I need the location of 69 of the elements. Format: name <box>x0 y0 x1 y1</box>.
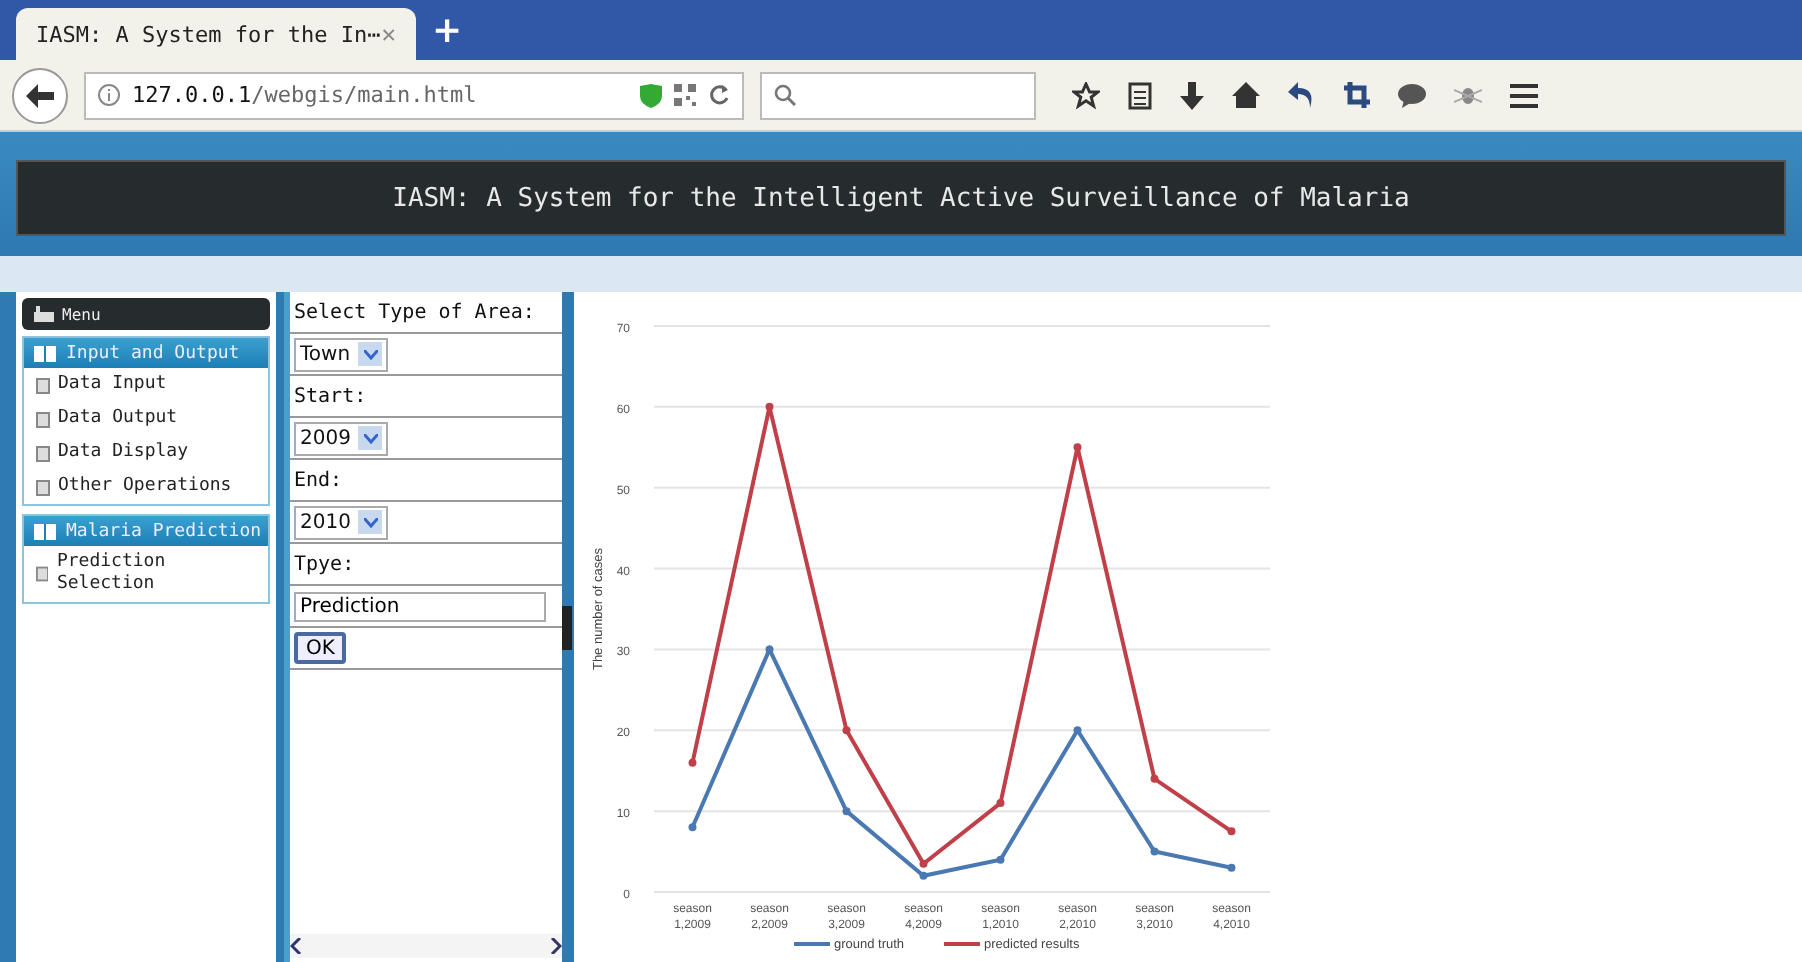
data-point <box>996 799 1005 808</box>
data-point <box>765 645 774 654</box>
dropdown[interactable]: 2009 <box>294 421 389 455</box>
field-label: Select Type of Area: <box>294 301 535 323</box>
shield-icon <box>640 83 662 107</box>
data-point <box>842 807 851 816</box>
data-point <box>1227 827 1236 836</box>
data-point <box>842 726 851 735</box>
back-button[interactable] <box>12 67 68 123</box>
book-icon <box>34 345 56 361</box>
chevron-left-icon[interactable] <box>290 938 302 954</box>
data-point <box>688 823 697 832</box>
data-point <box>1150 847 1159 856</box>
caret-icon <box>363 517 378 527</box>
back-arrow-icon <box>26 83 54 107</box>
search-icon <box>774 84 796 106</box>
chevron-right-icon[interactable] <box>550 938 562 954</box>
clipboard-icon[interactable] <box>1128 81 1152 109</box>
data-point <box>765 402 774 411</box>
reload-icon[interactable] <box>708 84 730 106</box>
page-icon <box>36 411 50 427</box>
home-icon[interactable] <box>1232 82 1260 108</box>
field-label: Start: <box>294 385 367 407</box>
caret-icon <box>363 349 378 359</box>
data-point <box>1073 726 1082 735</box>
menu-icon[interactable] <box>1510 83 1538 107</box>
data-point <box>688 758 697 767</box>
info-icon <box>98 84 120 106</box>
menu-item[interactable]: Prediction Selection <box>24 546 268 602</box>
new-tab-button[interactable]: + <box>432 9 463 51</box>
crop-icon[interactable] <box>1344 82 1370 108</box>
data-point <box>996 855 1005 864</box>
section-title: Input and Output <box>66 343 240 363</box>
address-bar[interactable]: 127.0.0.1/webgis/main.html <box>84 71 744 119</box>
data-point <box>1073 443 1082 452</box>
splitter-handle[interactable] <box>562 605 572 649</box>
dropdown[interactable]: 2010 <box>294 505 389 539</box>
field-label: Tpye: <box>294 553 355 575</box>
page-icon <box>36 377 50 393</box>
field-label: End: <box>294 469 343 491</box>
star-icon[interactable] <box>1072 81 1100 109</box>
bug-icon[interactable] <box>1454 83 1482 107</box>
caret-icon <box>363 433 378 443</box>
search-field[interactable] <box>760 71 1036 119</box>
menu-item[interactable]: Other Operations <box>24 470 268 504</box>
menu-item[interactable]: Data Output <box>24 402 268 436</box>
data-point <box>919 871 928 880</box>
header-title: IASM: A System for the Intelligent Active Surveillance of Malaria <box>16 160 1786 236</box>
data-point <box>1227 863 1236 872</box>
grid-icon <box>34 306 54 322</box>
data-point <box>1150 774 1159 783</box>
section-title: Malaria Prediction <box>66 521 262 541</box>
undo-icon[interactable] <box>1288 82 1316 108</box>
chat-bubble-icon[interactable] <box>1398 83 1426 107</box>
menu-item[interactable]: Data Display <box>24 436 268 470</box>
dropdown[interactable]: Town <box>294 337 389 371</box>
ok-button[interactable]: OK <box>294 632 347 664</box>
menu-title: Menu <box>62 305 101 323</box>
menu-item[interactable]: Data Input <box>24 368 268 402</box>
data-point <box>919 859 928 868</box>
input-field[interactable]: Prediction <box>294 591 546 621</box>
book-icon <box>34 523 56 539</box>
page-icon <box>36 479 50 495</box>
page-icon <box>36 445 50 461</box>
horizontal-scrollbar[interactable] <box>290 934 562 958</box>
qr-code-icon[interactable] <box>674 84 696 106</box>
browser-tab[interactable]: IASM: A System for the In⋯✕ <box>16 8 416 60</box>
download-icon[interactable] <box>1180 81 1204 109</box>
page-icon <box>36 566 49 582</box>
